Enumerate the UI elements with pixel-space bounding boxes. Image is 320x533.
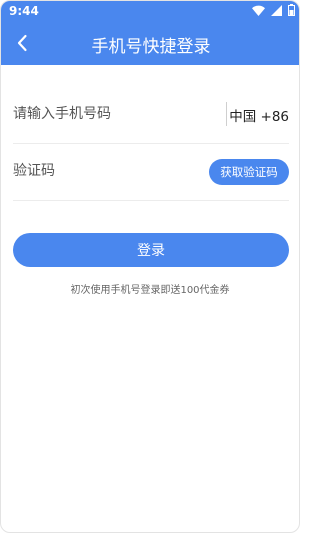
phone-input[interactable] xyxy=(13,84,218,144)
get-code-button[interactable]: 获取验证码 xyxy=(209,159,289,185)
phone-divider xyxy=(226,102,227,126)
verification-code-input[interactable] xyxy=(13,141,198,201)
login-button[interactable]: 登录 xyxy=(13,233,289,267)
status-bar: 9:44 xyxy=(1,1,299,21)
status-time: 9:44 xyxy=(9,4,39,18)
code-row: 获取验证码 xyxy=(13,141,289,201)
page-title: 手机号快捷登录 xyxy=(91,37,211,57)
phone-row: 中国 +86 xyxy=(13,84,289,144)
status-icons xyxy=(252,4,295,16)
battery-icon xyxy=(288,4,295,16)
wifi-icon xyxy=(252,5,265,16)
country-code-selector[interactable]: 中国 +86 xyxy=(229,105,289,125)
title-bar: 手机号快捷登录 xyxy=(1,21,299,65)
signal-icon xyxy=(271,4,282,16)
promo-text: 初次使用手机号登录即送100代金券 xyxy=(70,285,230,296)
app-screen: 9:44 手机号快捷登录 中国 +86 获取 xyxy=(0,0,300,533)
